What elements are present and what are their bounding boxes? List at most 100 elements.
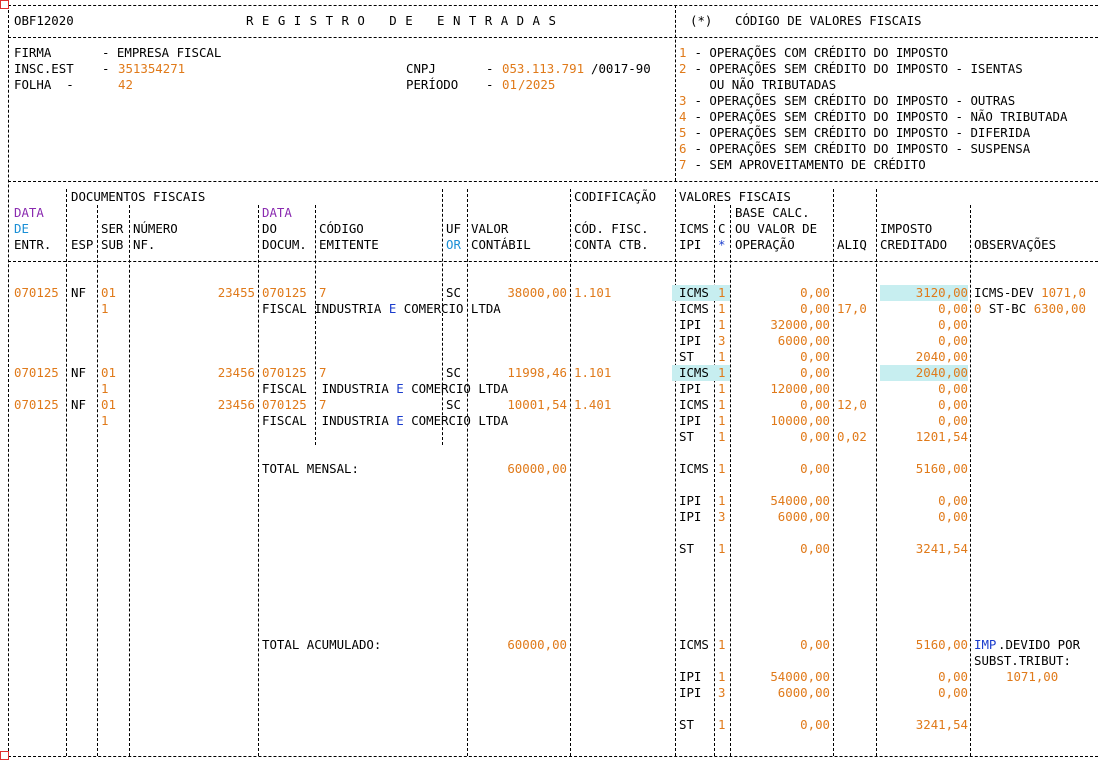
doc-cod-fiscal: 1.101 <box>574 285 612 300</box>
doc-subserie: 1 <box>101 301 109 316</box>
doc-numero: 23455 <box>217 285 255 300</box>
legend-code-text: - OPERAÇÕES SEM CRÉDITO DO IMPOSTO - NÃO… <box>687 109 1068 124</box>
total-acumulado-label: TOTAL ACUMULADO: <box>262 637 382 652</box>
doc-cod-fiscal: 1.401 <box>574 397 612 412</box>
rule-top <box>8 5 1098 6</box>
cnpj-label: CNPJ <box>406 61 436 76</box>
fiscal-observacao: 0 ST-BC 6300,00 <box>974 301 1086 316</box>
total-tax-code: 1 <box>718 461 726 476</box>
total-imposto: 5160,00 <box>915 461 968 476</box>
fiscal-aliquota: 0,02 <box>837 429 867 444</box>
legend-code-text: - OPERAÇÕES SEM CRÉDITO DO IMPOSTO - OUT… <box>687 93 1016 108</box>
folha-label: FOLHA - <box>14 77 74 92</box>
col-sep <box>467 189 468 756</box>
doc-especie: NF <box>71 285 86 300</box>
fiscal-base-calculo: 0,00 <box>800 349 830 364</box>
col-aliq: ALIQ <box>837 237 867 252</box>
folha-value: 42 <box>118 77 133 92</box>
doc-valor-contabil: 11998,46 <box>507 365 567 380</box>
fiscal-code: 1 <box>718 285 726 301</box>
total-base-calculo: 0,00 <box>800 461 830 476</box>
fiscal-tax-type: ICMS <box>679 397 709 412</box>
total-tax-type: IPI <box>679 669 702 684</box>
total-base-calculo: 0,00 <box>800 717 830 732</box>
total-imposto: 0,00 <box>938 669 968 684</box>
legend-title: CÓDIGO DE VALORES FISCAIS <box>735 13 922 28</box>
window-corner-icon <box>0 0 9 9</box>
legend-code-text: OU NÃO TRIBUTADAS <box>687 77 837 92</box>
legend-code-text: - OPERAÇÕES COM CRÉDITO DO IMPOSTO <box>687 45 949 60</box>
fiscal-tax-type: IPI <box>679 381 702 396</box>
total-mensal-label: TOTAL MENSAL: <box>262 461 359 476</box>
firma-label: FIRMA <box>14 45 52 60</box>
col-creditado: CREDITADO <box>880 237 948 252</box>
subst-tribut-value: 1071,00 <box>1006 669 1059 684</box>
col-ou-valor: OU VALOR DE <box>735 221 818 236</box>
doc-codigo-emitente: 7 <box>319 397 327 412</box>
doc-codigo-emitente: 7 <box>319 285 327 300</box>
col-imposto: IMPOSTO <box>880 221 933 236</box>
legend-code-number: 5 <box>679 125 687 140</box>
legend-code-number: 1 <box>679 45 687 60</box>
doc-subserie: 1 <box>101 413 109 428</box>
col-emitente: EMITENTE <box>319 237 379 252</box>
col-ipi: IPI <box>679 237 702 252</box>
col-de: DE <box>14 221 29 236</box>
col-sub: SUB <box>101 237 124 252</box>
doc-emitente-nome: FISCAL INDUSTRIA E COMERCIO LTDA <box>262 413 509 428</box>
total-tax-code: 3 <box>718 685 726 700</box>
col-sep <box>258 205 259 756</box>
total-tax-code: 1 <box>718 637 726 652</box>
doc-emitente-nome: FISCAL INDUSTRIA E COMERCIO LTDA <box>262 381 509 396</box>
fiscal-aliquota: 17,0 <box>837 301 867 316</box>
insc-label: INSC.EST <box>14 61 74 76</box>
fiscal-code: 3 <box>718 333 726 348</box>
fiscal-imposto-creditado: 0,00 <box>938 301 968 316</box>
col-do: DO <box>262 221 277 236</box>
fiscal-observacao: ICMS-DEV 1071,0 <box>974 285 1086 300</box>
col-operacao: OPERAÇÃO <box>735 237 795 252</box>
fiscal-code: 1 <box>718 349 726 364</box>
total-tax-code: 1 <box>718 541 726 556</box>
doc-codigo-emitente: 7 <box>319 365 327 380</box>
doc-uf: SC <box>446 397 461 412</box>
fiscal-code: 1 <box>718 381 726 396</box>
fiscal-imposto-creditado: 2040,00 <box>880 365 968 381</box>
total-mensal-valor: 60000,00 <box>507 461 567 476</box>
col-data-doc: DATA <box>262 205 292 220</box>
total-imposto: 3241,54 <box>915 541 968 556</box>
doc-especie: NF <box>71 365 86 380</box>
subst-tribut-label: SUBST.TRIBUT: <box>974 653 1071 668</box>
doc-subserie: 1 <box>101 381 109 396</box>
total-tax-code: 1 <box>718 493 726 508</box>
col-sep <box>570 189 571 756</box>
imp-devido-label: .DEVIDO POR <box>998 637 1081 652</box>
legend-code-number: 7 <box>679 157 687 172</box>
col-sep <box>675 189 676 756</box>
rule-legend-divider <box>675 5 676 181</box>
legend-code-text: - OPERAÇÕES SEM CRÉDITO DO IMPOSTO - DIF… <box>687 125 1031 140</box>
periodo-label: PERÍODO <box>406 77 459 92</box>
legend-code-text: - OPERAÇÕES SEM CRÉDITO DO IMPOSTO - ISE… <box>687 61 1023 76</box>
total-tax-type: IPI <box>679 685 702 700</box>
doc-data-entrada: 070125 <box>14 397 59 412</box>
doc-especie: NF <box>71 397 86 412</box>
legend-code-text: - OPERAÇÕES SEM CRÉDITO DO IMPOSTO - SUS… <box>687 141 1031 156</box>
total-imposto: 0,00 <box>938 685 968 700</box>
fiscal-tax-type: IPI <box>679 413 702 428</box>
periodo-year: /2025 <box>518 77 556 92</box>
total-tax-type: IPI <box>679 509 702 524</box>
total-imposto: 3241,54 <box>915 717 968 732</box>
col-observacoes: OBSERVAÇÕES <box>974 237 1057 252</box>
total-tax-type: ST <box>679 541 694 556</box>
col-nf: NF. <box>133 237 156 252</box>
col-sep <box>833 189 834 756</box>
rule-header <box>8 37 1098 38</box>
fiscal-base-calculo: 0,00 <box>800 365 830 380</box>
fiscal-imposto-creditado: 0,00 <box>938 333 968 348</box>
total-tax-type: ICMS <box>679 461 709 476</box>
doc-serie: 01 <box>101 365 116 380</box>
legend-code-number: 4 <box>679 109 687 124</box>
total-tax-code: 1 <box>718 717 726 732</box>
rule-company <box>8 181 1098 182</box>
